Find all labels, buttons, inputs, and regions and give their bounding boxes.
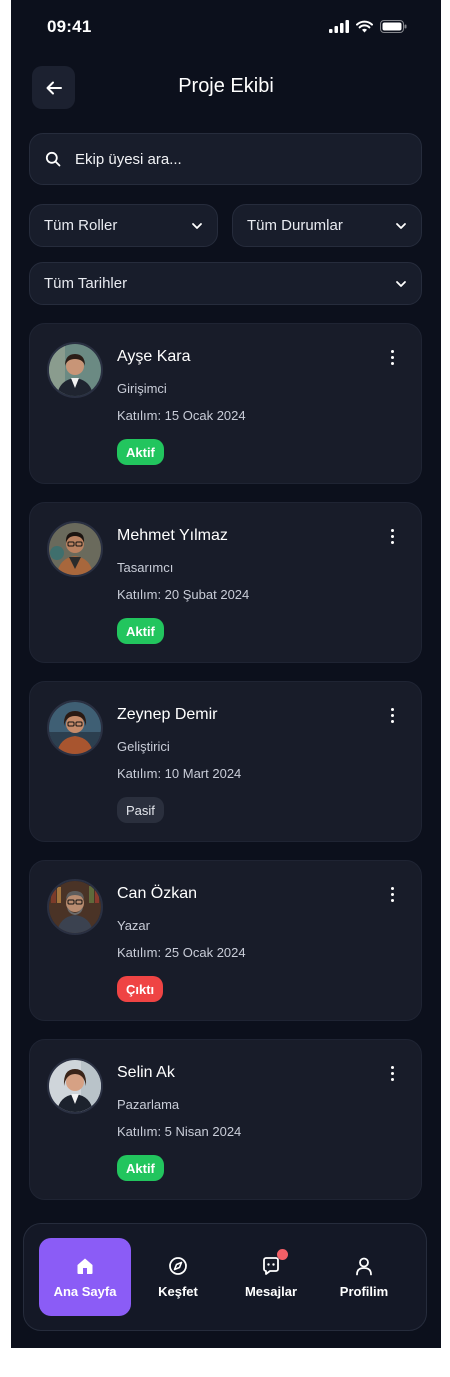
more-options-icon[interactable] [385, 706, 399, 724]
more-options-icon[interactable] [385, 1064, 399, 1082]
header: Proje Ekibi [11, 64, 441, 110]
more-options-icon[interactable] [385, 885, 399, 903]
nav-item-profile[interactable]: Profilim [318, 1238, 410, 1316]
member-joined-date: Katılım: 5 Nisan 2024 [117, 1124, 242, 1139]
app-screen: 09:41 Proje Ekibi Ekip üyesi ara... Tüm … [11, 0, 441, 1348]
member-name: Selin Ak [117, 1064, 175, 1081]
filter-status-select[interactable]: Tüm Durumlar [232, 204, 422, 247]
home-icon [74, 1255, 96, 1277]
chevron-down-icon [396, 222, 406, 229]
status-badge: Aktif [117, 618, 164, 644]
member-card[interactable]: Selin Ak Pazarlama Katılım: 5 Nisan 2024… [29, 1039, 422, 1200]
nav-label-home: Ana Sayfa [53, 1284, 117, 1299]
status-badge: Pasif [117, 797, 164, 823]
member-joined-date: Katılım: 25 Ocak 2024 [117, 945, 246, 960]
nav-label-messages: Mesajlar [244, 1284, 298, 1299]
avatar [47, 342, 103, 398]
wifi-icon [356, 20, 373, 33]
member-role: Geliştirici [117, 739, 170, 754]
nav-label-explore: Keşfet [158, 1284, 198, 1299]
member-name: Can Özkan [117, 885, 198, 902]
more-options-icon[interactable] [385, 348, 399, 366]
chevron-down-icon [396, 280, 406, 287]
status-time: 09:41 [47, 17, 92, 36]
filter-status-value: Tüm Durumlar [247, 217, 343, 234]
filter-dates-value: Tüm Tarihler [44, 275, 128, 292]
member-joined-date: Katılım: 10 Mart 2024 [117, 766, 242, 781]
member-card[interactable]: Mehmet Yılmaz Tasarımcı Katılım: 20 Şuba… [29, 502, 422, 663]
member-name: Ayşe Kara [117, 348, 191, 365]
search-icon [45, 151, 61, 167]
search-input[interactable] [75, 150, 375, 168]
avatar [47, 700, 103, 756]
member-role: Girişimci [117, 381, 167, 396]
member-joined-date: Katılım: 15 Ocak 2024 [117, 408, 246, 423]
notification-dot [277, 1249, 288, 1260]
signal-icon [329, 20, 349, 33]
search-bar[interactable] [29, 133, 422, 185]
member-joined-date: Katılım: 20 Şubat 2024 [117, 587, 250, 602]
member-role: Tasarımcı [117, 560, 174, 575]
member-card[interactable]: Ayşe Kara Girişimci Katılım: 15 Ocak 202… [29, 323, 422, 484]
filter-roles-value: Tüm Roller [44, 217, 118, 234]
page-title: Proje Ekibi [178, 75, 274, 97]
filter-roles-select[interactable]: Tüm Roller [29, 204, 218, 247]
nav-item-explore[interactable]: Keşfet [132, 1238, 224, 1316]
member-name: Zeynep Demir [117, 706, 218, 723]
chevron-down-icon [192, 222, 202, 229]
member-role: Yazar [117, 918, 150, 933]
status-icons [329, 20, 407, 33]
member-card[interactable]: Zeynep Demir Geliştirici Katılım: 10 Mar… [29, 681, 422, 842]
battery-icon [380, 20, 407, 33]
nav-item-messages[interactable]: Mesajlar [225, 1238, 317, 1316]
avatar [47, 879, 103, 935]
avatar [47, 521, 103, 577]
nav-item-home[interactable]: Ana Sayfa [39, 1238, 131, 1316]
filter-dates-select[interactable]: Tüm Tarihler [29, 262, 422, 305]
more-options-icon[interactable] [385, 527, 399, 545]
status-badge: Çıktı [117, 976, 164, 1002]
member-card[interactable]: Can Özkan Yazar Katılım: 25 Ocak 2024 Çı… [29, 860, 422, 1021]
status-bar: 09:41 [11, 0, 441, 56]
member-name: Mehmet Yılmaz [117, 527, 228, 544]
user-icon [353, 1255, 375, 1277]
avatar [47, 1058, 103, 1114]
nav-label-profile: Profilim [339, 1284, 389, 1299]
message-icon [260, 1249, 288, 1277]
status-badge: Aktif [117, 439, 164, 465]
member-role: Pazarlama [117, 1097, 180, 1112]
status-badge: Aktif [117, 1155, 164, 1181]
bottom-navigation: Ana Sayfa Keşfet Mesajlar Profilim [23, 1223, 427, 1331]
compass-icon [167, 1255, 189, 1277]
